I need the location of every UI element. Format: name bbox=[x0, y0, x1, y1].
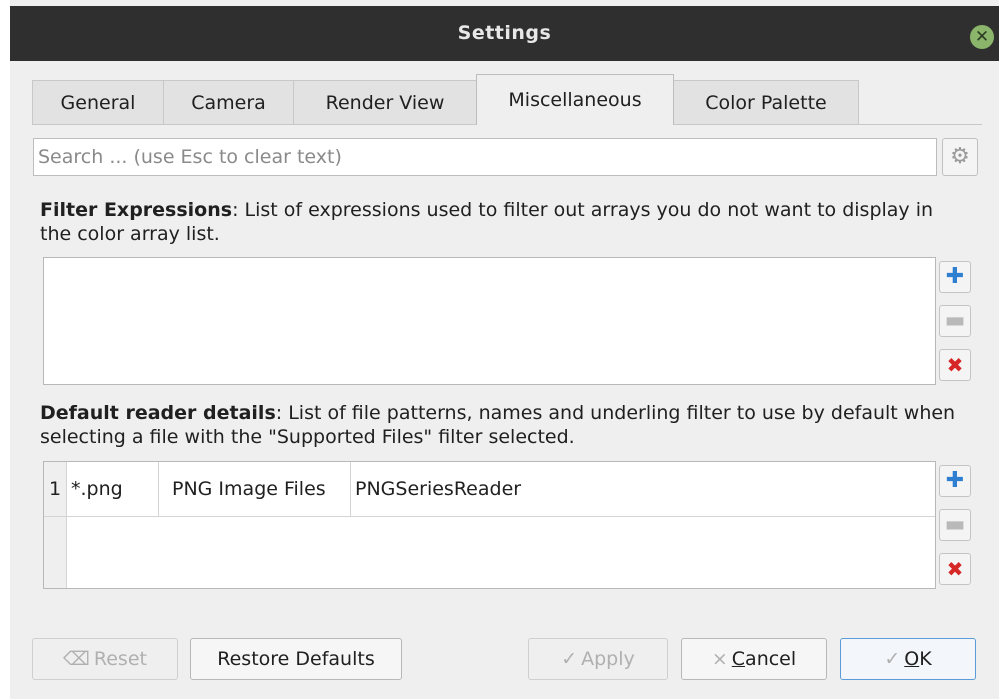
clear-readers-button[interactable]: ✖ bbox=[939, 553, 971, 585]
filter-expressions-title: Filter Expressions bbox=[40, 199, 233, 221]
gear-icon[interactable]: ⚙ bbox=[942, 138, 978, 176]
reset-button[interactable]: ⌫ Reset bbox=[32, 638, 178, 680]
cell-name[interactable]: PNG Image Files bbox=[159, 462, 351, 516]
reader-details-description: Default reader details: List of file pat… bbox=[40, 401, 960, 449]
remove-filter-button[interactable]: ▬ bbox=[939, 305, 971, 337]
remove-reader-button[interactable]: ▬ bbox=[939, 509, 971, 541]
check-icon: ✓ bbox=[561, 648, 578, 670]
filter-expressions-description: Filter Expressions: List of expressions … bbox=[40, 198, 960, 246]
tab-render-view[interactable]: Render View bbox=[293, 80, 477, 124]
reader-details-table[interactable]: 1 *.png PNG Image Files PNGSeriesReader bbox=[43, 461, 936, 589]
reader-details-title: Default reader details bbox=[40, 402, 276, 424]
add-filter-button[interactable]: ✚ bbox=[939, 261, 971, 293]
backspace-icon: ⌫ bbox=[63, 648, 90, 670]
restore-defaults-button[interactable]: Restore Defaults bbox=[190, 638, 402, 680]
cell-pattern[interactable]: *.png bbox=[67, 462, 159, 516]
check-icon: ✓ bbox=[884, 648, 901, 670]
tab-general[interactable]: General bbox=[32, 80, 164, 124]
filter-expressions-list[interactable] bbox=[43, 257, 936, 385]
title-bar: Settings ✕ bbox=[10, 6, 999, 61]
tab-color-palette[interactable]: Color Palette bbox=[673, 80, 859, 124]
clear-filters-button[interactable]: ✖ bbox=[939, 349, 971, 381]
tab-miscellaneous[interactable]: Miscellaneous bbox=[476, 74, 674, 125]
tab-camera[interactable]: Camera bbox=[163, 80, 294, 124]
search-input[interactable]: Search ... (use Esc to clear text) bbox=[33, 138, 937, 176]
ok-button[interactable]: ✓ OK bbox=[840, 638, 976, 680]
window-title: Settings bbox=[457, 22, 552, 44]
settings-dialog: Settings ✕ General Camera Render View Mi… bbox=[10, 0, 999, 699]
tab-bar: General Camera Render View Miscellaneous… bbox=[32, 74, 982, 125]
apply-button[interactable]: ✓ Apply bbox=[528, 638, 668, 680]
add-reader-button[interactable]: ✚ bbox=[939, 465, 971, 497]
cancel-icon: × bbox=[711, 648, 728, 670]
cell-reader[interactable]: PNGSeriesReader bbox=[351, 462, 935, 516]
cancel-button[interactable]: × Cancel bbox=[681, 638, 827, 680]
table-row[interactable]: 1 *.png PNG Image Files PNGSeriesReader bbox=[44, 462, 935, 517]
row-number: 1 bbox=[44, 462, 67, 516]
close-icon[interactable]: ✕ bbox=[970, 25, 994, 49]
